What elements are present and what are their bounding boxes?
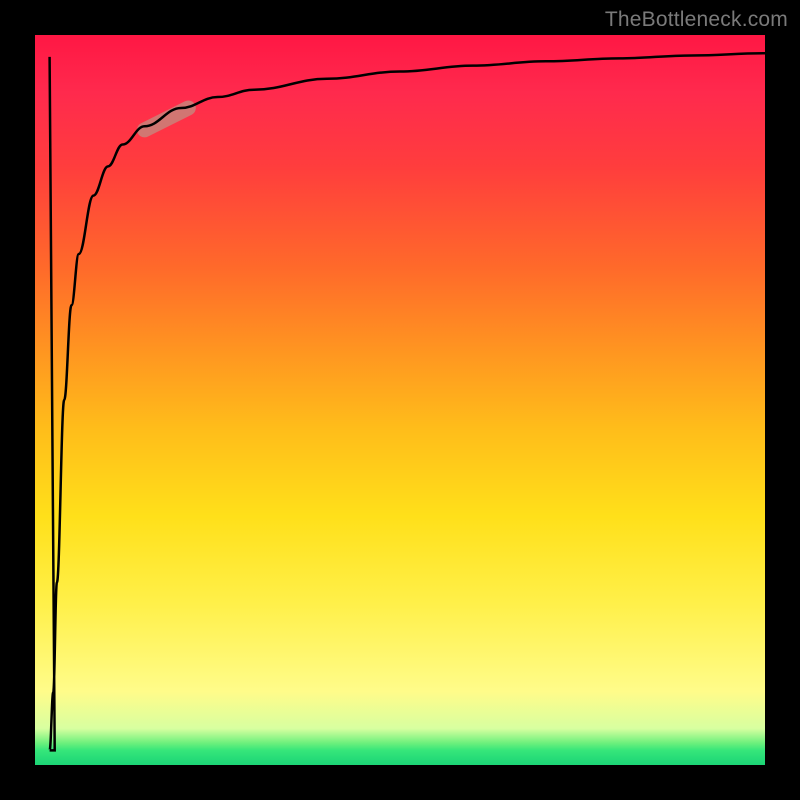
main-curve <box>50 53 765 750</box>
curve-layer <box>35 35 765 765</box>
chart-container: TheBottleneck.com <box>0 0 800 800</box>
highlight-segment <box>145 108 189 130</box>
plot-area <box>35 35 765 765</box>
attribution-text: TheBottleneck.com <box>605 8 788 32</box>
